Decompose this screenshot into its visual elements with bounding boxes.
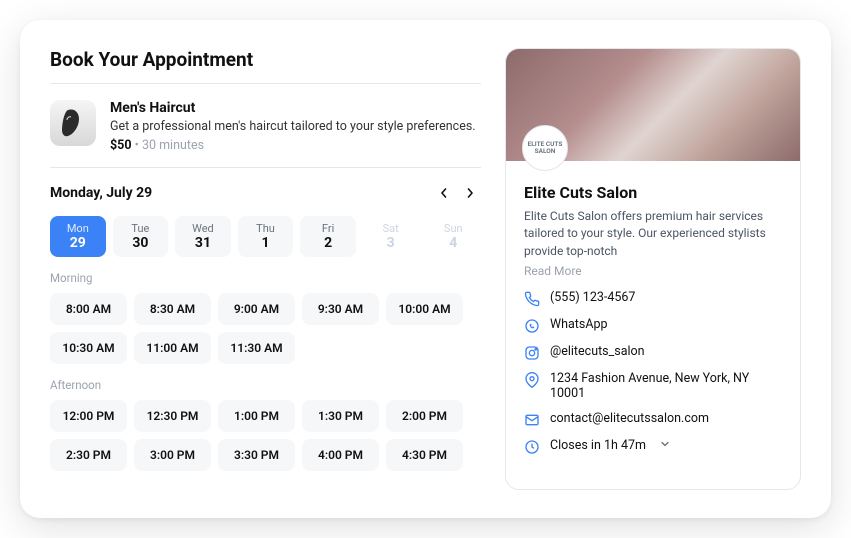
hours-row[interactable]: Closes in 1h 47m xyxy=(524,438,782,455)
selected-date-label: Monday, July 29 xyxy=(50,185,152,201)
page-title: Book Your Appointment xyxy=(50,48,481,71)
day-option[interactable]: Thu1 xyxy=(238,216,294,257)
salon-desc: Elite Cuts Salon offers premium hair ser… xyxy=(524,208,782,260)
day-option[interactable]: Tue30 xyxy=(113,216,169,257)
day-num: 31 xyxy=(175,235,231,251)
time-slot[interactable]: 10:30 AM xyxy=(50,332,127,364)
time-slot[interactable]: 9:00 AM xyxy=(218,293,295,325)
email-text: contact@elitecutssalon.com xyxy=(550,411,709,426)
time-slot[interactable]: 11:30 AM xyxy=(218,332,295,364)
day-option[interactable]: Fri2 xyxy=(300,216,356,257)
phone-icon xyxy=(524,291,540,307)
salon-banner: ELITE CUTS SALON xyxy=(506,49,800,161)
service-name: Men's Haircut xyxy=(110,100,476,116)
afternoon-label: Afternoon xyxy=(50,378,481,392)
address-text: 1234 Fashion Avenue, New York, NY 10001 xyxy=(550,371,782,401)
day-name: Fri xyxy=(300,222,356,235)
whatsapp-row[interactable]: WhatsApp xyxy=(524,317,782,334)
service-desc: Get a professional men's haircut tailore… xyxy=(110,119,476,134)
address-row: 1234 Fashion Avenue, New York, NY 10001 xyxy=(524,371,782,401)
day-name: Thu xyxy=(238,222,294,235)
whatsapp-text: WhatsApp xyxy=(550,317,608,332)
hours-text: Closes in 1h 47m xyxy=(550,438,646,453)
day-option[interactable]: Mon29 xyxy=(50,216,106,257)
day-name: Mon xyxy=(50,222,106,235)
service-sep: • xyxy=(132,138,142,153)
chevron-down-icon xyxy=(660,438,670,453)
service-block: Men's Haircut Get a professional men's h… xyxy=(50,100,481,153)
time-slot[interactable]: 1:30 PM xyxy=(302,400,379,432)
booking-card: Book Your Appointment Men's Haircut Get … xyxy=(20,20,831,518)
salon-body: Elite Cuts Salon Elite Cuts Salon offers… xyxy=(506,161,800,469)
day-num: 29 xyxy=(50,235,106,251)
whatsapp-icon xyxy=(524,318,540,334)
service-info: Men's Haircut Get a professional men's h… xyxy=(110,100,476,153)
phone-text: (555) 123-4567 xyxy=(550,290,635,305)
day-name: Sat xyxy=(363,222,419,235)
time-slot[interactable]: 1:00 PM xyxy=(218,400,295,432)
morning-label: Morning xyxy=(50,271,481,285)
time-slot[interactable]: 2:00 PM xyxy=(386,400,463,432)
day-option: Sun4 xyxy=(425,216,481,257)
salon-logo: ELITE CUTS SALON xyxy=(522,125,568,171)
date-header: Monday, July 29 xyxy=(50,182,481,204)
location-icon xyxy=(524,372,540,388)
prev-week-button[interactable] xyxy=(433,182,455,204)
day-option[interactable]: Wed31 xyxy=(175,216,231,257)
morning-slots: 8:00 AM8:30 AM9:00 AM9:30 AM10:00 AM 10:3… xyxy=(50,293,481,364)
instagram-icon xyxy=(524,345,540,361)
salon-name: Elite Cuts Salon xyxy=(524,183,782,202)
day-num: 1 xyxy=(238,235,294,251)
day-name: Sun xyxy=(425,222,481,235)
salon-card: ELITE CUTS SALON Elite Cuts Salon Elite … xyxy=(505,48,801,490)
clock-icon xyxy=(524,439,540,455)
time-slot[interactable]: 3:30 PM xyxy=(218,439,295,471)
day-name: Wed xyxy=(175,222,231,235)
day-num: 4 xyxy=(425,235,481,251)
day-name: Tue xyxy=(113,222,169,235)
email-row[interactable]: contact@elitecutssalon.com xyxy=(524,411,782,428)
time-slot[interactable]: 2:30 PM xyxy=(50,439,127,471)
time-slot[interactable]: 3:00 PM xyxy=(134,439,211,471)
phone-row[interactable]: (555) 123-4567 xyxy=(524,290,782,307)
divider xyxy=(50,83,481,84)
time-slot[interactable]: 12:30 PM xyxy=(134,400,211,432)
read-more-button[interactable]: Read More xyxy=(524,264,582,278)
time-slot[interactable]: 4:30 PM xyxy=(386,439,463,471)
time-slot[interactable]: 8:00 AM xyxy=(50,293,127,325)
day-num: 30 xyxy=(113,235,169,251)
booking-left: Book Your Appointment Men's Haircut Get … xyxy=(50,48,481,490)
afternoon-slots: 12:00 PM12:30 PM1:00 PM1:30 PM2:00 PM 2:3… xyxy=(50,400,481,471)
time-slot[interactable]: 12:00 PM xyxy=(50,400,127,432)
time-slot[interactable]: 8:30 AM xyxy=(134,293,211,325)
service-price: $50 xyxy=(110,138,132,153)
service-meta: $50 • 30 minutes xyxy=(110,138,476,153)
day-num: 3 xyxy=(363,235,419,251)
day-num: 2 xyxy=(300,235,356,251)
time-slot[interactable]: 10:00 AM xyxy=(386,293,463,325)
next-week-button[interactable] xyxy=(459,182,481,204)
time-slot[interactable]: 4:00 PM xyxy=(302,439,379,471)
day-picker: Mon29Tue30Wed31Thu1Fri2Sat3Sun4 xyxy=(50,216,481,257)
service-duration: 30 minutes xyxy=(142,138,204,153)
salon-info-list: (555) 123-4567 WhatsApp @elitecuts_salon… xyxy=(524,290,782,455)
instagram-row[interactable]: @elitecuts_salon xyxy=(524,344,782,361)
service-image xyxy=(50,100,96,146)
time-slot[interactable]: 11:00 AM xyxy=(134,332,211,364)
day-option: Sat3 xyxy=(363,216,419,257)
instagram-text: @elitecuts_salon xyxy=(550,344,645,359)
email-icon xyxy=(524,412,540,428)
divider xyxy=(50,167,481,168)
date-nav xyxy=(433,182,481,204)
time-slot[interactable]: 9:30 AM xyxy=(302,293,379,325)
